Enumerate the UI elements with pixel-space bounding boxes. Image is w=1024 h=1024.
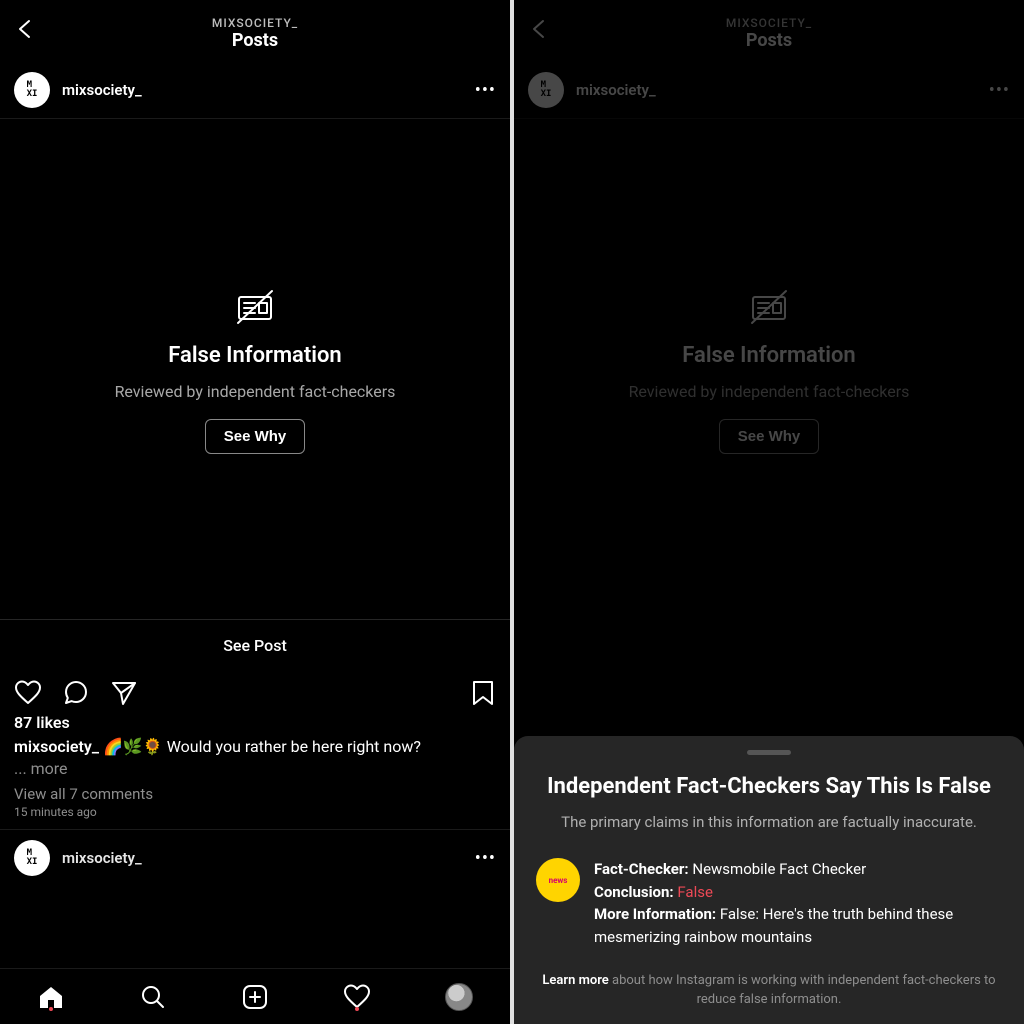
- action-row: [0, 671, 510, 711]
- caption-username[interactable]: mixsociety_: [14, 737, 99, 756]
- fact-checker-avatar: news: [536, 858, 580, 902]
- likes-count[interactable]: 87 likes: [0, 711, 510, 734]
- tab-profile[interactable]: [439, 977, 479, 1017]
- tab-home[interactable]: [31, 977, 71, 1017]
- post-header: MXI mixsociety_ •••: [0, 62, 510, 119]
- tab-activity[interactable]: [337, 977, 377, 1017]
- false-info-icon: [233, 285, 277, 329]
- false-info-subtitle: Reviewed by independent fact-checkers: [629, 382, 910, 401]
- header-title: Posts: [746, 30, 792, 51]
- post-header: MXI mixsociety_ •••: [514, 62, 1024, 119]
- see-post-button[interactable]: See Post: [0, 619, 510, 671]
- post-username[interactable]: mixsociety_: [576, 81, 977, 99]
- share-button[interactable]: [110, 679, 138, 707]
- see-why-button[interactable]: See Why: [719, 419, 820, 454]
- post-body: False Information Reviewed by independen…: [0, 119, 510, 619]
- caption-more[interactable]: ... more: [14, 759, 68, 778]
- fact-check-sheet: Independent Fact-Checkers Say This Is Fa…: [514, 736, 1024, 1024]
- post-body: False Information Reviewed by independen…: [514, 119, 1024, 619]
- post-more-button[interactable]: •••: [989, 80, 1010, 101]
- send-icon: [110, 679, 138, 707]
- see-why-button[interactable]: See Why: [205, 419, 306, 454]
- header-subtitle: MIXSOCIETY_: [726, 16, 812, 30]
- comment-icon: [62, 679, 90, 707]
- post-username[interactable]: mixsociety_: [62, 81, 463, 99]
- fc-label: Fact-Checker:: [594, 860, 689, 878]
- false-info-title: False Information: [682, 343, 855, 368]
- learn-more-footer: Learn more about how Instagram is workin…: [536, 972, 1002, 1010]
- profile-avatar-icon: [445, 983, 473, 1011]
- post-more-button[interactable]: •••: [475, 80, 496, 101]
- notification-dot-icon: [49, 1007, 53, 1011]
- false-info-title: False Information: [168, 343, 341, 368]
- next-post-username[interactable]: mixsociety_: [62, 849, 463, 867]
- tab-bar: [0, 968, 510, 1024]
- header: MIXSOCIETY_ Posts: [514, 0, 1024, 62]
- view-comments[interactable]: View all 7 comments: [0, 781, 510, 803]
- tab-create[interactable]: [235, 977, 275, 1017]
- notification-dot-icon: [355, 1007, 359, 1011]
- next-post-header: MXI mixsociety_ •••: [0, 829, 510, 886]
- comment-button[interactable]: [62, 679, 90, 707]
- header: MIXSOCIETY_ Posts: [0, 0, 510, 62]
- post-more-button[interactable]: •••: [475, 848, 496, 869]
- conclusion-value: False: [677, 883, 713, 901]
- like-button[interactable]: [14, 679, 42, 707]
- back-button[interactable]: [14, 18, 36, 40]
- fact-checker-text: Fact-Checker: Newsmobile Fact Checker Co…: [594, 858, 1002, 948]
- avatar[interactable]: MXI: [528, 72, 564, 108]
- header-title: Posts: [232, 30, 278, 51]
- false-info-icon: [747, 285, 791, 329]
- post-timestamp: 15 minutes ago: [0, 803, 510, 829]
- back-button[interactable]: [528, 18, 550, 40]
- avatar[interactable]: MXI: [14, 72, 50, 108]
- learn-more-text: about how Instagram is working with inde…: [609, 973, 996, 1007]
- sheet-handle[interactable]: [747, 750, 791, 755]
- save-button[interactable]: [470, 679, 496, 707]
- right-screen: MIXSOCIETY_ Posts MXI mixsociety_ ••• Fa…: [514, 0, 1024, 1024]
- avatar[interactable]: MXI: [14, 840, 50, 876]
- heart-icon: [14, 679, 42, 707]
- plus-square-icon: [241, 983, 269, 1011]
- search-icon: [140, 984, 166, 1010]
- bookmark-icon: [470, 679, 496, 707]
- fact-checker-row: news Fact-Checker: Newsmobile Fact Check…: [536, 858, 1002, 948]
- post-caption: mixsociety_ 🌈🌿🌻 Would you rather be here…: [0, 734, 510, 781]
- chevron-left-icon: [528, 18, 550, 40]
- more-info-label: More Information:: [594, 905, 716, 923]
- learn-more-link[interactable]: Learn more: [542, 973, 608, 988]
- sheet-description: The primary claims in this information a…: [536, 812, 1002, 832]
- fc-name: Newsmobile Fact Checker: [692, 860, 866, 878]
- caption-text: 🌈🌿🌻 Would you rather be here right now?: [103, 737, 421, 756]
- sheet-title: Independent Fact-Checkers Say This Is Fa…: [536, 773, 1002, 801]
- conclusion-label: Conclusion:: [594, 883, 674, 901]
- chevron-left-icon: [14, 18, 36, 40]
- header-subtitle: MIXSOCIETY_: [212, 16, 298, 30]
- left-screen: MIXSOCIETY_ Posts MXI mixsociety_ ••• Fa…: [0, 0, 510, 1024]
- tab-search[interactable]: [133, 977, 173, 1017]
- false-info-subtitle: Reviewed by independent fact-checkers: [115, 382, 396, 401]
